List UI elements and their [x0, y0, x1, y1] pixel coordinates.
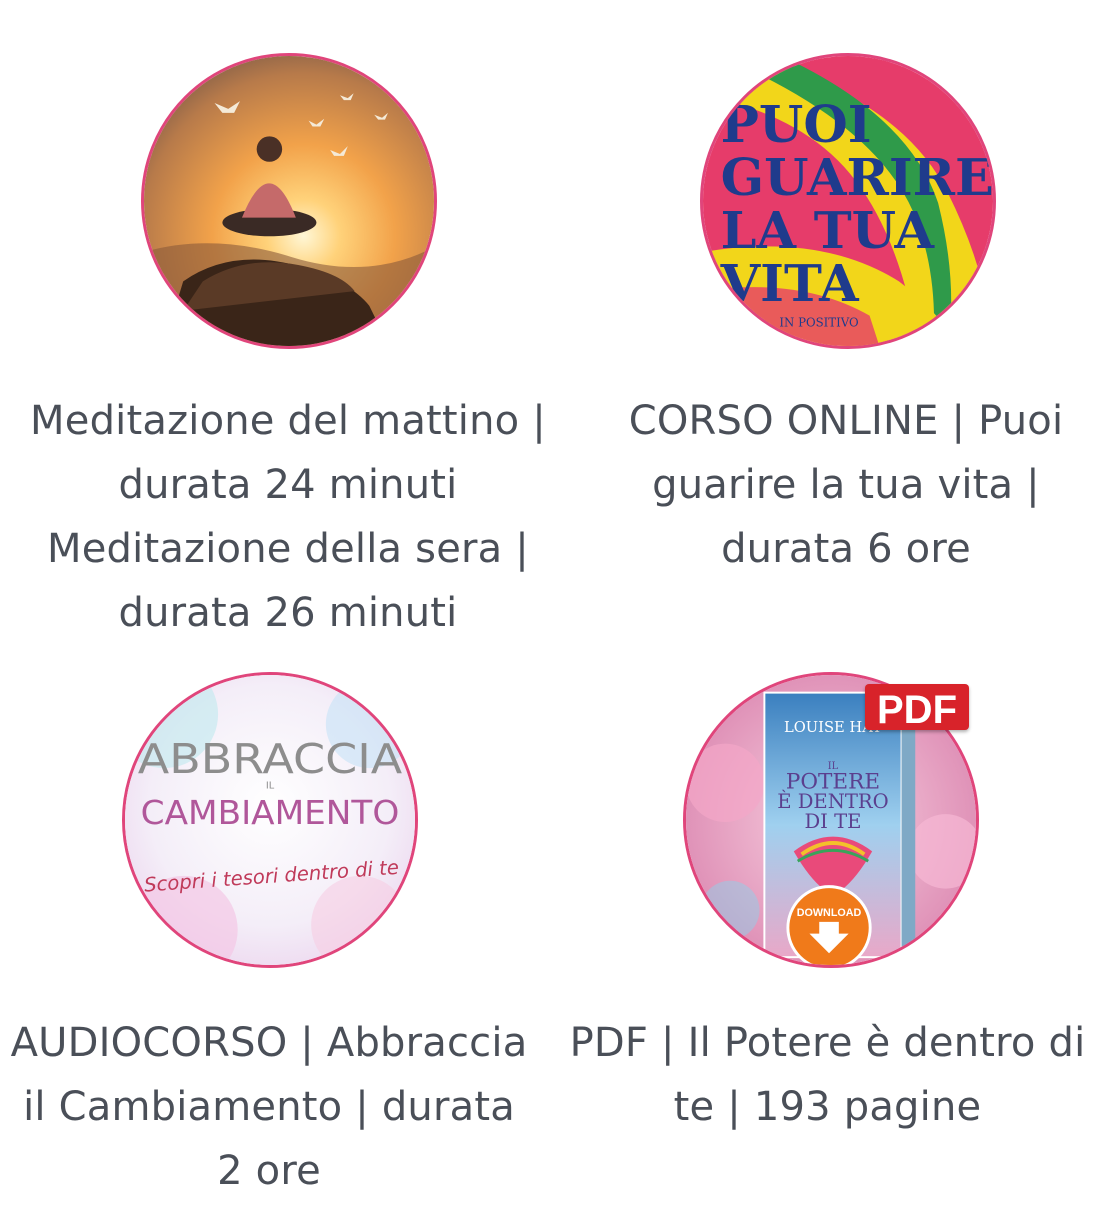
caption-line: CORSO ONLINE | Puoi	[628, 398, 1064, 444]
meditation-image	[144, 56, 434, 346]
caption-line: te | 193 pagine	[673, 1084, 982, 1130]
caption-line: durata 6 ore	[721, 526, 971, 572]
caption-line: Meditazione del mattino |	[30, 398, 546, 444]
caption-line: AUDIOCORSO | Abbraccia	[10, 1020, 528, 1066]
caption-line: PDF | Il Potere è dentro di	[569, 1020, 1086, 1066]
caption-line: il Cambiamento | durata	[23, 1084, 515, 1130]
caption-line: guarire la tua vita |	[652, 462, 1040, 508]
cover-title-line: LA TUA	[721, 201, 936, 261]
cover-title: ABBRACCIA	[138, 735, 403, 783]
caption-line: 2 ore	[217, 1148, 321, 1194]
product-caption[interactable]: AUDIOCORSO | Abbraccia il Cambiamento | …	[0, 1011, 538, 1203]
abbraccia-thumbnail[interactable]: ABBRACCIA IL CAMBIAMENTO Scopri i tesori…	[122, 672, 418, 968]
puoi-guarire-cover-image: PUOI GUARIRE LA TUA VITA IN POSITIVO	[703, 56, 993, 346]
download-label: DOWNLOAD	[797, 907, 862, 919]
cover-imprint: IN POSITIVO	[779, 315, 858, 329]
meditation-thumbnail[interactable]	[141, 53, 437, 349]
cover-title-line: GUARIRE	[721, 148, 993, 208]
product-caption[interactable]: PDF | Il Potere è dentro di te | 193 pag…	[546, 1011, 1109, 1139]
product-caption[interactable]: Meditazione del mattino | durata 24 minu…	[0, 389, 576, 645]
product-grid: Meditazione del mattino | durata 24 minu…	[0, 0, 1109, 1219]
cover-subtitle: CAMBIAMENTO	[141, 793, 400, 832]
caption-line: durata 26 minuti	[118, 590, 458, 636]
cover-title-line: PUOI	[721, 95, 872, 155]
cover-connector: IL	[266, 781, 275, 792]
abbraccia-cover-image: ABBRACCIA IL CAMBIAMENTO Scopri i tesori…	[125, 675, 415, 965]
caption-line: Meditazione della sera |	[47, 526, 529, 572]
book-title-line: DI TE	[804, 810, 861, 833]
puoi-guarire-thumbnail[interactable]: PUOI GUARIRE LA TUA VITA IN POSITIVO	[700, 53, 996, 349]
product-caption[interactable]: CORSO ONLINE | Puoi guarire la tua vita …	[563, 389, 1109, 581]
caption-line: durata 24 minuti	[118, 462, 458, 508]
cover-title-line: VITA	[720, 254, 860, 314]
pdf-badge: PDF	[865, 684, 969, 732]
